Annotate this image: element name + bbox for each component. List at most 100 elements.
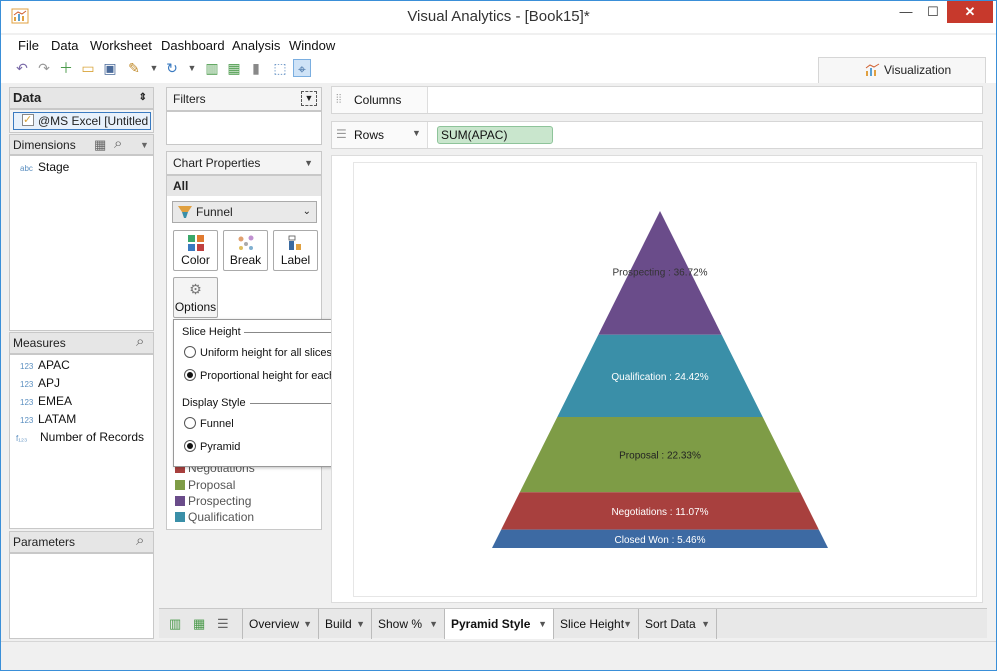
refresh-dropdown-icon[interactable]: ▼ [183,59,201,77]
legend-item-prospecting[interactable]: Prospecting [175,494,251,508]
minimize-button[interactable]: — [893,1,919,23]
data-source-item[interactable]: ✓ @MS Excel [Untitled 6] [13,112,151,130]
chevron-down-icon[interactable]: ▼ [303,609,312,639]
funnel-icon [178,206,192,218]
new-worksheet-icon[interactable]: ▥ [169,616,181,632]
menu-data[interactable]: Data [51,38,78,53]
break-button[interactable]: Break [223,230,268,271]
chevron-down-icon[interactable]: ▼ [429,609,438,639]
pointer-icon[interactable]: ⌖ [293,59,311,77]
filters-dropdown-icon[interactable]: ▼ [301,91,317,106]
radio-funnel[interactable]: Funnel [184,417,234,430]
marks-scope-all[interactable]: All [167,176,321,196]
label-button[interactable]: Label [273,230,318,271]
filters-header: Filters ▼ [166,87,322,111]
rows-pill-sum-apac[interactable]: SUM(APAC) [437,126,553,144]
columns-shelf[interactable]: ⦙⦙ Columns [331,86,983,114]
rows-dropdown-icon[interactable]: ▼ [412,128,421,138]
measure-item-label: Number of Records [40,430,145,444]
chevron-down-icon[interactable]: ▼ [623,609,632,639]
bar-chart-icon[interactable]: ▮ [247,59,265,77]
pyramid-slice-label: Proposal : 22.33% [619,451,701,462]
dimensions-dropdown-icon[interactable]: ▼ [140,135,149,155]
menu-file[interactable]: File [18,38,39,53]
close-button[interactable]: ✕ [947,1,993,23]
sheet-list-icon[interactable]: ☰ [217,616,229,632]
paint-dropdown-icon[interactable]: ▼ [145,59,163,77]
parameters-search-icon[interactable]: ⌕ [136,531,144,551]
visualization-tab[interactable]: Visualization [818,57,986,83]
status-bar [1,641,996,670]
label-icon [288,235,301,250]
add-chart-icon[interactable]: ▥ [203,59,221,77]
dimensions-header: Dimensions ▦ ⌕ ▼ [9,134,154,155]
options-button[interactable]: ⚙ Options [173,277,218,318]
measure-type-icon: 123 [20,362,34,371]
open-icon[interactable]: ▭ [79,59,97,77]
chart-type-chevron-icon: ⌄ [302,206,311,217]
radio-label: Funnel [200,418,234,430]
paint-icon[interactable]: ✎ [125,59,143,77]
measure-item-emea[interactable]: 123 EMEA [20,394,72,408]
dimension-item-stage[interactable]: abc Stage [20,160,69,174]
new-icon[interactable]: ＋ [57,59,75,77]
legend-label: Prospecting [188,494,252,508]
rows-shelf-header: ☰ Rows ▼ [332,122,428,148]
maximize-button[interactable]: ☐ [920,1,946,23]
pyramid-slice-label: Negotiations : 11.07% [611,507,708,518]
measures-search-icon[interactable]: ⌕ [136,332,144,352]
tab-build[interactable]: Build ▼ [319,609,372,639]
grid-icon[interactable]: ▦ [225,59,243,77]
menu-analysis[interactable]: Analysis [232,38,280,53]
measure-type-icon: 123 [20,416,34,425]
pyramid-slice-label: Prospecting : 36.72% [612,267,707,278]
tab-show-percent[interactable]: Show % ▼ [372,609,445,639]
refresh-icon[interactable]: ↻ [163,59,181,77]
columns-label: Columns [354,93,402,107]
chevron-down-icon[interactable]: ▼ [701,609,710,639]
filters-drop-area[interactable] [166,111,322,145]
title-bar: Visual Analytics - [Book15]* — ☐ ✕ [1,1,996,33]
table-view-icon[interactable]: ▦ [94,135,106,155]
visualization-icon [865,63,880,76]
tab-sort-data[interactable]: Sort Data ▼ [639,609,717,639]
radio-pyramid[interactable]: Pyramid [184,440,240,453]
menu-dashboard[interactable]: Dashboard [161,38,225,53]
measures-header: Measures ⌕ [9,332,154,354]
measure-type-icon: 123 [20,380,34,389]
gear-icon: ⚙ [189,281,202,297]
measure-item-apac[interactable]: 123 APAC [20,358,70,372]
chart-properties-dropdown-icon[interactable]: ▼ [304,152,313,174]
chevron-down-icon[interactable]: ▼ [538,609,547,639]
measure-item-apj[interactable]: 123 APJ [20,376,60,390]
measures-list: 123 APAC 123 APJ 123 EMEA 123 LATAM f₁₂₃ Numb… [9,354,154,529]
data-source-label: @MS Excel [Untitled 6] [38,114,151,128]
legend-item-proposal[interactable]: Proposal [175,478,235,492]
new-dashboard-icon[interactable]: ▦ [193,616,205,632]
radio-uniform-height[interactable]: Uniform height for all slices [184,346,332,359]
measure-item-number-of-records[interactable]: f₁₂₃ Number of Records [16,430,144,444]
menu-window[interactable]: Window [289,38,335,53]
tab-slice-height[interactable]: Slice Height ▼ [554,609,639,639]
measure-item-latam[interactable]: 123 LATAM [20,412,76,426]
save-icon[interactable]: ▣ [101,59,119,77]
color-button-label: Color [181,253,210,267]
chevron-down-icon[interactable]: ▼ [356,609,365,639]
menu-worksheet[interactable]: Worksheet [90,38,152,53]
chart-type-select[interactable]: Funnel ⌄ [172,201,317,223]
undo-icon[interactable]: ↶ [13,59,31,77]
parameters-title: Parameters [13,535,76,549]
data-panel-sort-icon[interactable]: ⇕ [139,88,147,108]
rows-shelf[interactable]: ☰ Rows ▼ [331,121,983,149]
pyramid-slice-label: Closed Won : 5.46% [615,535,706,546]
color-button[interactable]: Color [173,230,218,271]
legend-item-qualification[interactable]: Qualification [175,510,254,524]
tab-label: Build [325,617,352,631]
redo-icon[interactable]: ↷ [35,59,53,77]
legend-swatch [175,496,185,506]
select-icon[interactable]: ⬚ [271,59,289,77]
dimensions-search-icon[interactable]: ⌕ [114,134,122,154]
tab-overview[interactable]: Overview ▼ [243,609,319,639]
tab-pyramid-style[interactable]: Pyramid Style ▼ [445,609,554,639]
label-button-label: Label [280,253,311,267]
